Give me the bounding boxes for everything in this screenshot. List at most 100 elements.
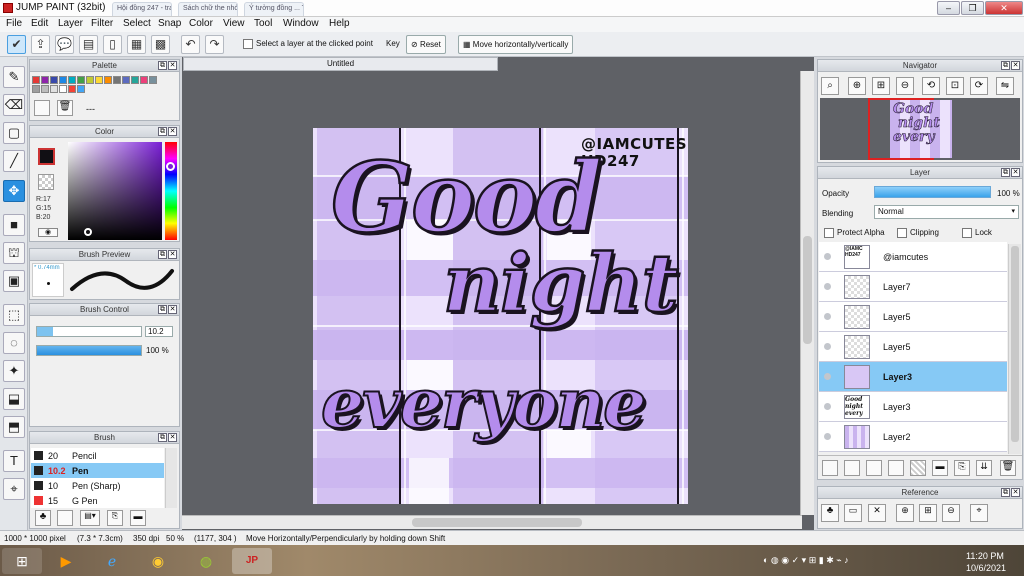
palette-swatch[interactable]	[104, 76, 112, 84]
palette-swatch[interactable]	[59, 85, 67, 93]
zoom-out-icon[interactable]: ⊖	[896, 77, 914, 95]
palette-swatch[interactable]	[50, 85, 58, 93]
popout-icon[interactable]: ⧉	[158, 305, 167, 314]
delete-palette-icon[interactable]: 🗑	[57, 100, 73, 116]
zoom-in-icon[interactable]: ⊕	[896, 504, 914, 522]
menu-tool[interactable]: Tool	[254, 18, 272, 29]
popout-icon[interactable]: ⧉	[158, 250, 167, 259]
menu-snap[interactable]: Snap	[158, 18, 181, 29]
select-layer-checkbox[interactable]: Select a layer at the clicked point	[243, 39, 373, 49]
open-folder-icon[interactable]: ▭	[844, 504, 862, 522]
palette-swatch[interactable]	[131, 76, 139, 84]
vertical-scrollbar[interactable]	[800, 71, 814, 515]
visibility-icon[interactable]	[824, 373, 831, 380]
brush-folder-icon[interactable]: ▬	[130, 510, 146, 526]
close-icon[interactable]: ✕	[168, 250, 177, 259]
close-reference-icon[interactable]: ✕	[868, 504, 886, 522]
eraser-tool-icon[interactable]: ⌫	[3, 94, 25, 116]
close-icon[interactable]: ✕	[168, 433, 177, 442]
layer-row[interactable]: Layer2	[819, 422, 1007, 452]
popout-icon[interactable]: ⧉	[158, 127, 167, 136]
layer-opacity-slider[interactable]	[874, 186, 991, 198]
brush-item-pen-sharp[interactable]: 10 Pen (Sharp)	[31, 478, 164, 493]
rectangle-tool-icon[interactable]: ▢	[3, 122, 25, 144]
menu-view[interactable]: View	[223, 18, 245, 29]
check-icon[interactable]: ✔	[7, 35, 26, 54]
visibility-icon[interactable]	[824, 253, 831, 260]
jump-paint-taskbar-icon[interactable]: JP	[232, 548, 272, 574]
brush-menu-icon[interactable]: ▤▾	[80, 510, 100, 526]
close-icon[interactable]: ✕	[1011, 61, 1020, 70]
visibility-icon[interactable]	[824, 433, 831, 440]
palette-swatch[interactable]	[113, 76, 121, 84]
palette-swatch[interactable]	[59, 76, 67, 84]
artwork-canvas[interactable]: @IAMCUTES HD247 Good night everyone	[313, 128, 688, 504]
text-box-icon[interactable]: ▤	[79, 35, 98, 54]
visibility-icon[interactable]	[824, 283, 831, 290]
transparent-color-swatch[interactable]	[38, 174, 54, 190]
brush-item-pen[interactable]: 10.2 Pen	[31, 463, 164, 478]
navigator-preview[interactable]: Good night every	[820, 98, 1020, 160]
popout-icon[interactable]: ⧉	[158, 61, 167, 70]
visibility-icon[interactable]	[824, 343, 831, 350]
palette-swatch[interactable]	[140, 76, 148, 84]
palette-swatch[interactable]	[32, 76, 40, 84]
new-layer-1bit-icon[interactable]	[866, 460, 882, 476]
checkbox-icon[interactable]	[824, 228, 834, 238]
rect-select-tool-icon[interactable]: ⬚	[3, 304, 25, 326]
vertical-scroll-thumb[interactable]	[803, 236, 812, 344]
bucket-tool-icon[interactable]: ⛫	[3, 242, 25, 264]
move-direction-button[interactable]: ▦ Move horizontally/vertically	[458, 35, 574, 54]
palette-swatch[interactable]	[32, 85, 40, 93]
checkbox-icon[interactable]	[962, 228, 972, 238]
reset-button[interactable]: ⊘ Reset	[406, 35, 446, 54]
background-tab-1[interactable]: Hội đồng 247 - trang ...	[112, 2, 172, 16]
layer-row[interactable]: @IAMC HD247 @iamcutes	[819, 242, 1007, 272]
layer-list-scroll-thumb[interactable]	[1011, 246, 1019, 442]
merge-layer-icon[interactable]: ⇊	[976, 460, 992, 476]
close-icon[interactable]: ✕	[168, 61, 177, 70]
background-tab-2[interactable]: Sách chữ the nhóm Hội đồng...	[178, 2, 238, 16]
palette-swatch[interactable]	[122, 76, 130, 84]
new-palette-icon[interactable]	[34, 100, 50, 116]
checkbox-icon[interactable]	[243, 39, 253, 49]
document-tab[interactable]: Untitled	[183, 57, 498, 71]
redo-icon[interactable]: ↷	[205, 35, 224, 54]
palette-swatch[interactable]	[50, 76, 58, 84]
zoom-out-icon[interactable]: ⊖	[942, 504, 960, 522]
zoom-in-icon[interactable]: ⊕	[848, 77, 866, 95]
layer-row[interactable]: Good night every Layer3	[819, 392, 1007, 422]
start-icon[interactable]: ⊞	[2, 548, 42, 574]
popout-icon[interactable]: ⧉	[1001, 168, 1010, 177]
menu-edit[interactable]: Edit	[31, 18, 48, 29]
folder-icon[interactable]: ▬	[932, 460, 948, 476]
menu-help[interactable]: Help	[329, 18, 350, 29]
chrome-icon[interactable]: ◉	[138, 548, 178, 574]
lasso-tool-icon[interactable]: ◌	[3, 332, 25, 354]
popout-icon[interactable]: ⧉	[158, 433, 167, 442]
undo-icon[interactable]: ↶	[181, 35, 200, 54]
rotate-reset-icon[interactable]: ⊡	[946, 77, 964, 95]
menu-layer[interactable]: Layer	[58, 18, 83, 29]
menu-color[interactable]: Color	[189, 18, 213, 29]
page-icon[interactable]: ▦	[127, 35, 146, 54]
visibility-icon[interactable]	[824, 313, 831, 320]
zoom-actual-icon[interactable]: ⊞	[919, 504, 937, 522]
foreground-color-swatch[interactable]	[38, 148, 55, 165]
flip-icon[interactable]: ⇋	[996, 77, 1014, 95]
zoom-actual-icon[interactable]: ⊞	[872, 77, 890, 95]
layer-row[interactable]: Layer5	[819, 302, 1007, 332]
blending-select[interactable]: Normal ▾	[874, 205, 1019, 219]
rotate-right-icon[interactable]: ⟳	[970, 77, 988, 95]
palette-swatch[interactable]	[77, 85, 85, 93]
restore-button[interactable]: ❐	[961, 1, 984, 15]
layer-list-scrollbar[interactable]	[1008, 244, 1021, 454]
line-tool-icon[interactable]: ╱	[3, 150, 25, 172]
palette-swatch[interactable]	[41, 76, 49, 84]
palette-swatch[interactable]	[68, 76, 76, 84]
grid-icon[interactable]: ▩	[151, 35, 170, 54]
eyedropper-icon[interactable]: ⌖	[970, 504, 988, 522]
select-pen-tool-icon[interactable]: ⬓	[3, 388, 25, 410]
close-icon[interactable]: ✕	[168, 305, 177, 314]
hue-handle[interactable]	[166, 162, 175, 171]
